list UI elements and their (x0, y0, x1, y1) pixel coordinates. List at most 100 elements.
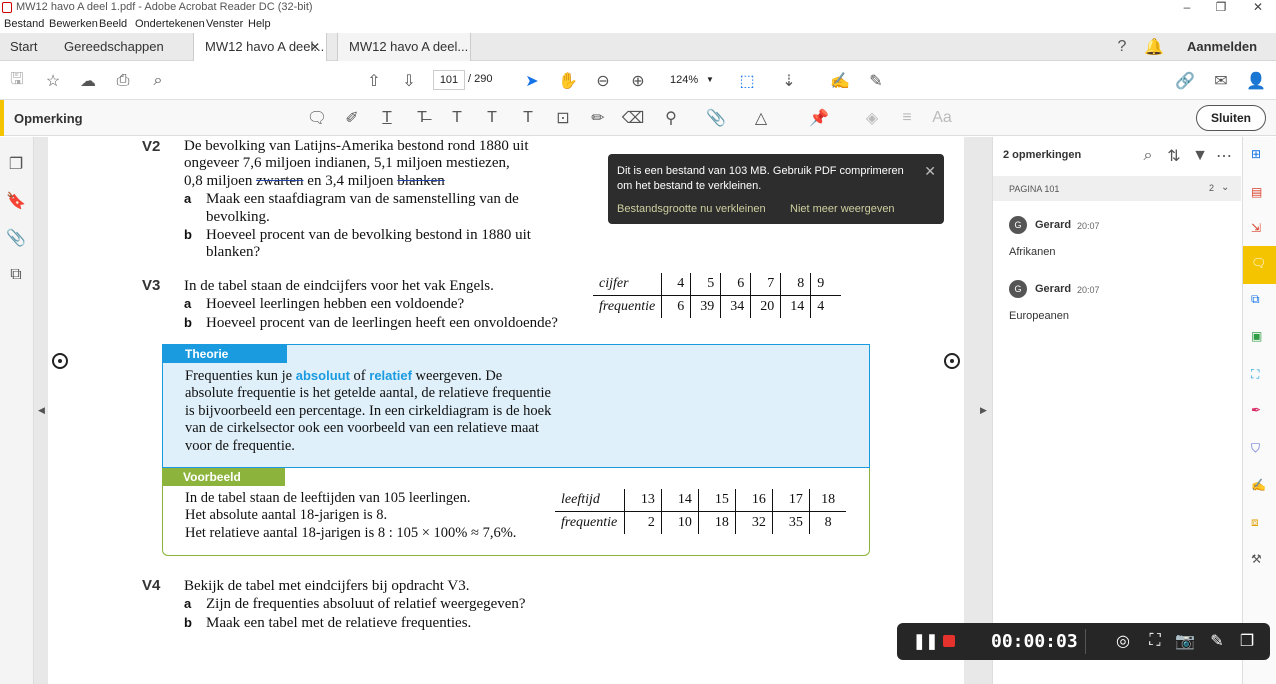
chevron-down-icon: ⌄ (1221, 182, 1230, 193)
page-number-input[interactable]: 101 (433, 70, 465, 90)
scan-icon[interactable]: ⛶ (1251, 367, 1269, 385)
webcam-icon[interactable]: ◎ (1112, 630, 1134, 652)
table-cell: 4 (817, 299, 825, 314)
underline-text-icon[interactable]: T̲ (376, 107, 398, 129)
table-cell: 14 (661, 489, 699, 512)
zoom-select[interactable]: 124% ▼ (660, 70, 716, 90)
combine-files-icon[interactable]: ⧉ (1251, 292, 1269, 310)
more-options-icon[interactable]: ⋯ (1213, 145, 1235, 167)
menu-bestand[interactable]: Bestand (4, 18, 44, 30)
eraser-icon[interactable]: ⌫ (622, 107, 645, 129)
attach-icon[interactable]: 📎 (705, 107, 727, 129)
filter-icon[interactable]: ▼ (1189, 145, 1211, 167)
menu-beeld[interactable]: Beeld (99, 18, 127, 30)
add-text-icon[interactable]: T (517, 107, 539, 129)
fit-page-icon[interactable]: ⬚ (736, 70, 758, 92)
menu-venster[interactable]: Venster (206, 18, 243, 30)
pages-icon[interactable]: ❐ (5, 153, 27, 175)
dont-show-again-link[interactable]: Niet meer weergeven (790, 203, 895, 215)
tab-start[interactable]: Start (10, 33, 37, 61)
shapes-icon[interactable]: △ (750, 107, 772, 129)
draw-icon[interactable]: ✎ (1206, 630, 1228, 652)
comment-tool-icon[interactable]: 🗨 (1251, 256, 1269, 274)
compress-notification: Dit is een bestand van 103 MB. Gebruik P… (608, 154, 944, 224)
save-icon[interactable]: 🖫 (6, 70, 28, 92)
keyword-relatief: relatief (369, 368, 412, 383)
expand-right-icon[interactable]: ▶ (980, 405, 987, 416)
request-signature-icon[interactable]: ✍ (1251, 478, 1269, 496)
replace-text-icon[interactable]: T (446, 107, 468, 129)
add-person-icon[interactable]: 👤 (1245, 70, 1267, 92)
struck-word-blanken[interactable]: blanken (397, 173, 444, 189)
print-icon[interactable]: ⎙ (112, 70, 134, 92)
sign-in-button[interactable]: Aanmelden (1187, 33, 1257, 61)
sticky-note-icon[interactable]: 🗨 (306, 107, 328, 129)
attachment-icon[interactable]: 📎 (5, 227, 27, 249)
v2-line2: ongeveer 7,6 miljoen indianen, 5,1 miljo… (184, 155, 510, 172)
highlight-icon[interactable]: ✐ (341, 107, 363, 129)
close-comment-button[interactable]: Sluiten (1196, 105, 1266, 131)
create-pdf-icon[interactable]: ⊞ (1251, 147, 1269, 165)
page-group-row[interactable]: PAGINA 101 2 ⌄ (993, 176, 1241, 201)
close-tab-icon[interactable]: ✕ (310, 33, 320, 61)
email-icon[interactable]: ✉ (1210, 70, 1232, 92)
reduce-size-link[interactable]: Bestandsgrootte nu verkleinen (617, 203, 766, 215)
select-cursor-icon[interactable]: ➤ (521, 70, 543, 92)
bookmark-star-icon[interactable]: ☆ (42, 70, 64, 92)
fill-sign-tool-icon[interactable]: ✒ (1251, 403, 1269, 421)
insert-text-icon[interactable]: T (481, 107, 503, 129)
tab-document-2[interactable]: MW12 havo A deel... (337, 33, 471, 61)
export-pdf-icon[interactable]: ⇲ (1251, 221, 1269, 239)
hand-tool-icon[interactable]: ✋ (557, 70, 579, 92)
search-icon[interactable]: ⌕ (1137, 145, 1159, 167)
stamp-icon[interactable]: ⚲ (660, 107, 682, 129)
table-cell: frequentie (555, 511, 625, 534)
collapse-left-icon[interactable]: ◀ (38, 405, 45, 416)
protect-icon[interactable]: ⛉ (1251, 441, 1269, 459)
layers-icon[interactable]: ⧉ (5, 264, 27, 286)
camera-icon[interactable]: 📷 (1174, 630, 1196, 652)
bell-icon[interactable]: 🔔 (1143, 36, 1165, 58)
table-cell: 9 (817, 276, 825, 291)
restore-button[interactable]: ❐ (1206, 0, 1236, 16)
zoom-in-icon[interactable]: ⊕ (627, 70, 649, 92)
stop-record-icon[interactable] (943, 635, 955, 647)
strikethrough-icon[interactable]: T̶ (411, 107, 433, 129)
upload-cloud-icon[interactable]: ☁ (77, 70, 99, 92)
left-navigation: ❐ 🔖 📎 ⧉ (0, 137, 34, 684)
divider (1085, 629, 1086, 654)
text-box-icon[interactable]: ⊡ (552, 107, 574, 129)
page-up-icon[interactable]: ⇧ (363, 70, 385, 92)
fullscreen-icon[interactable]: ⛶ (1144, 630, 1166, 652)
share-link-icon[interactable]: 🔗 (1174, 70, 1196, 92)
fill-sign-icon[interactable]: ✎ (865, 70, 887, 92)
organize-pages-icon[interactable]: ▣ (1251, 329, 1269, 347)
menu-bewerken[interactable]: Bewerken (49, 18, 98, 30)
theory-line3: is bijvoorbeeld een percentage. In een c… (185, 402, 552, 419)
tab-tools[interactable]: Gereedschappen (64, 33, 164, 61)
scroll-mode-icon[interactable]: ⇣ (778, 70, 800, 92)
help-icon[interactable]: ? (1111, 36, 1133, 58)
page-down-icon[interactable]: ⇩ (398, 70, 420, 92)
search-zoom-icon[interactable]: ⌕ (147, 70, 169, 92)
zoom-out-icon[interactable]: ⊖ (592, 70, 614, 92)
sort-icon[interactable]: ⇅ (1163, 145, 1185, 167)
comment-text: Afrikanen (1009, 246, 1056, 258)
minimize-recorder-icon[interactable]: ❐ (1236, 630, 1258, 652)
v3-a: a Hoeveel leerlingen hebben een voldoende… (184, 296, 465, 313)
pause-icon[interactable]: ❚❚ (913, 632, 938, 650)
bookmark-icon[interactable]: 🔖 (5, 190, 27, 212)
edit-pdf-icon[interactable]: ▤ (1251, 185, 1269, 203)
text-format-icon: Aa (932, 109, 952, 126)
tab-document-1[interactable]: MW12 havo A deel... ✕ (193, 33, 327, 61)
close-notification-icon[interactable]: ✕ (924, 163, 936, 180)
pencil-icon[interactable]: ✏ (587, 107, 609, 129)
sign-icon[interactable]: ✍ (829, 70, 851, 92)
more-tools-icon[interactable]: ⚒ (1251, 552, 1269, 570)
minimize-button[interactable]: – (1172, 0, 1202, 16)
send-review-icon[interactable]: ⧈ (1251, 515, 1269, 533)
close-window-button[interactable]: ✕ (1243, 0, 1273, 16)
menu-help[interactable]: Help (248, 18, 271, 30)
menu-ondertekenen[interactable]: Ondertekenen (135, 18, 205, 30)
struck-word-zwarten[interactable]: zwarten (256, 173, 303, 189)
